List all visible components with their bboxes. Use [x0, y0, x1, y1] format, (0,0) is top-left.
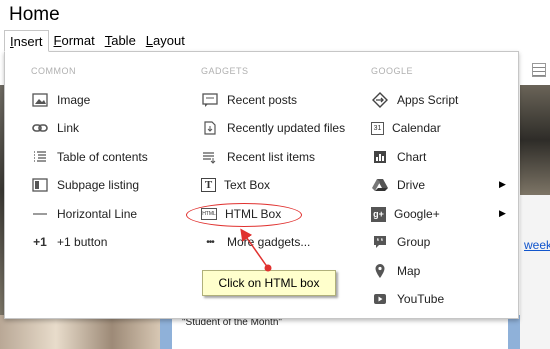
menu-layout[interactable]: Layout	[141, 30, 190, 52]
menu-item-label: Horizontal Line	[57, 207, 138, 221]
menu-item-youtube[interactable]: YouTube	[371, 289, 444, 309]
map-pin-icon	[371, 263, 389, 279]
menu-item-chart[interactable]: Chart	[371, 147, 426, 167]
recent-posts-icon	[201, 92, 219, 108]
calendar-icon: 31	[371, 121, 384, 135]
menu-item-label: +1 button	[57, 235, 108, 249]
apps-script-icon	[371, 92, 389, 108]
menu-item-drive[interactable]: Drive	[371, 175, 425, 195]
background-photo	[0, 315, 160, 349]
subpage-listing-icon	[31, 177, 49, 193]
menu-item-label: Drive	[397, 178, 426, 192]
background-right-panel	[520, 195, 550, 349]
menu-item-label: Subpage listing	[57, 178, 140, 192]
menu-item-label: Group	[397, 235, 431, 249]
menu-item-label: More gadgets...	[227, 235, 311, 249]
menu-item-label: Text Box	[224, 178, 271, 192]
menu-item-table-of-contents[interactable]: Table of contents	[31, 147, 148, 167]
menu-item-google-plus[interactable]: g+ Google+	[371, 204, 440, 224]
menu-item-group[interactable]: Group	[371, 232, 430, 252]
more-gadgets-icon: •••	[206, 236, 215, 248]
recent-list-icon	[201, 149, 219, 165]
menu-item-horizontal-line[interactable]: Horizontal Line	[31, 204, 137, 224]
menu-item-apps-script[interactable]: Apps Script	[371, 90, 458, 110]
menu-item-label: Calendar	[392, 121, 441, 135]
text-box-icon: T	[201, 178, 216, 192]
menu-insert[interactable]: Insert	[4, 30, 49, 52]
page-title: Home	[9, 4, 60, 25]
link-icon	[31, 120, 49, 136]
menu-table[interactable]: Table	[100, 30, 141, 52]
list-icon[interactable]	[532, 63, 546, 77]
menu-item-recent-posts[interactable]: Recent posts	[201, 90, 297, 110]
drive-submenu-arrow-icon: ▶	[499, 179, 506, 189]
plus-one-icon: +1	[33, 235, 47, 249]
menu-item-label: Table of contents	[57, 150, 148, 164]
menu-item-map[interactable]: Map	[371, 261, 420, 281]
menu-item-label: Recent posts	[227, 93, 298, 107]
background-right-photo	[520, 85, 550, 195]
recent-files-icon	[201, 120, 219, 136]
menu-item-label: YouTube	[397, 292, 445, 306]
menu-item-text-box[interactable]: T Text Box	[201, 175, 270, 195]
menu-item-label: Chart	[397, 150, 427, 164]
menu-item-recently-updated-files[interactable]: Recently updated files	[201, 118, 345, 138]
menu-item-more-gadgets[interactable]: ••• More gadgets...	[201, 232, 310, 252]
chart-icon	[371, 149, 389, 165]
menu-insert-label: nsert	[13, 34, 43, 49]
menu-layout-mnemonic: L	[145, 33, 154, 48]
drive-icon	[371, 177, 389, 193]
callout-box: Click on HTML box	[202, 270, 336, 296]
common-heading: COMMON	[31, 66, 76, 76]
menu-layout-label: ayout	[153, 33, 185, 48]
menu-item-subpage-listing[interactable]: Subpage listing	[31, 175, 139, 195]
menu-item-label: Link	[57, 121, 80, 135]
group-icon	[371, 234, 389, 250]
menu-item-calendar[interactable]: 31 Calendar	[371, 118, 441, 138]
menu-item-label: Map	[397, 264, 421, 278]
table-of-contents-icon	[31, 149, 49, 165]
menu-item-recent-list-items[interactable]: Recent list items	[201, 147, 315, 167]
youtube-icon	[371, 291, 389, 307]
background-right-link[interactable]: week, c	[524, 238, 550, 252]
google-plus-icon: g+	[371, 206, 386, 222]
menu-item-label: Google+	[394, 207, 440, 221]
horizontal-line-icon	[31, 206, 49, 222]
google-plus-submenu-arrow-icon: ▶	[499, 208, 506, 218]
menu-item-label: Recent list items	[227, 150, 316, 164]
menubar: Insert Format Table Layout	[4, 30, 190, 52]
menu-item-link[interactable]: Link	[31, 118, 79, 138]
menu-format[interactable]: Format	[49, 30, 100, 52]
menu-item-label: Recently updated files	[227, 121, 346, 135]
gadgets-heading: GADGETS	[201, 66, 249, 76]
menu-item-plus-one-button[interactable]: +1 +1 button	[31, 232, 107, 252]
menu-item-label: Image	[57, 93, 91, 107]
menu-table-label: able	[111, 33, 136, 48]
highlight-ellipse	[186, 203, 302, 227]
image-icon	[31, 92, 49, 108]
menu-format-label: ormat	[61, 33, 95, 48]
menu-item-image[interactable]: Image	[31, 90, 90, 110]
menu-item-label: Apps Script	[397, 93, 459, 107]
google-heading: GOOGLE	[371, 66, 414, 76]
